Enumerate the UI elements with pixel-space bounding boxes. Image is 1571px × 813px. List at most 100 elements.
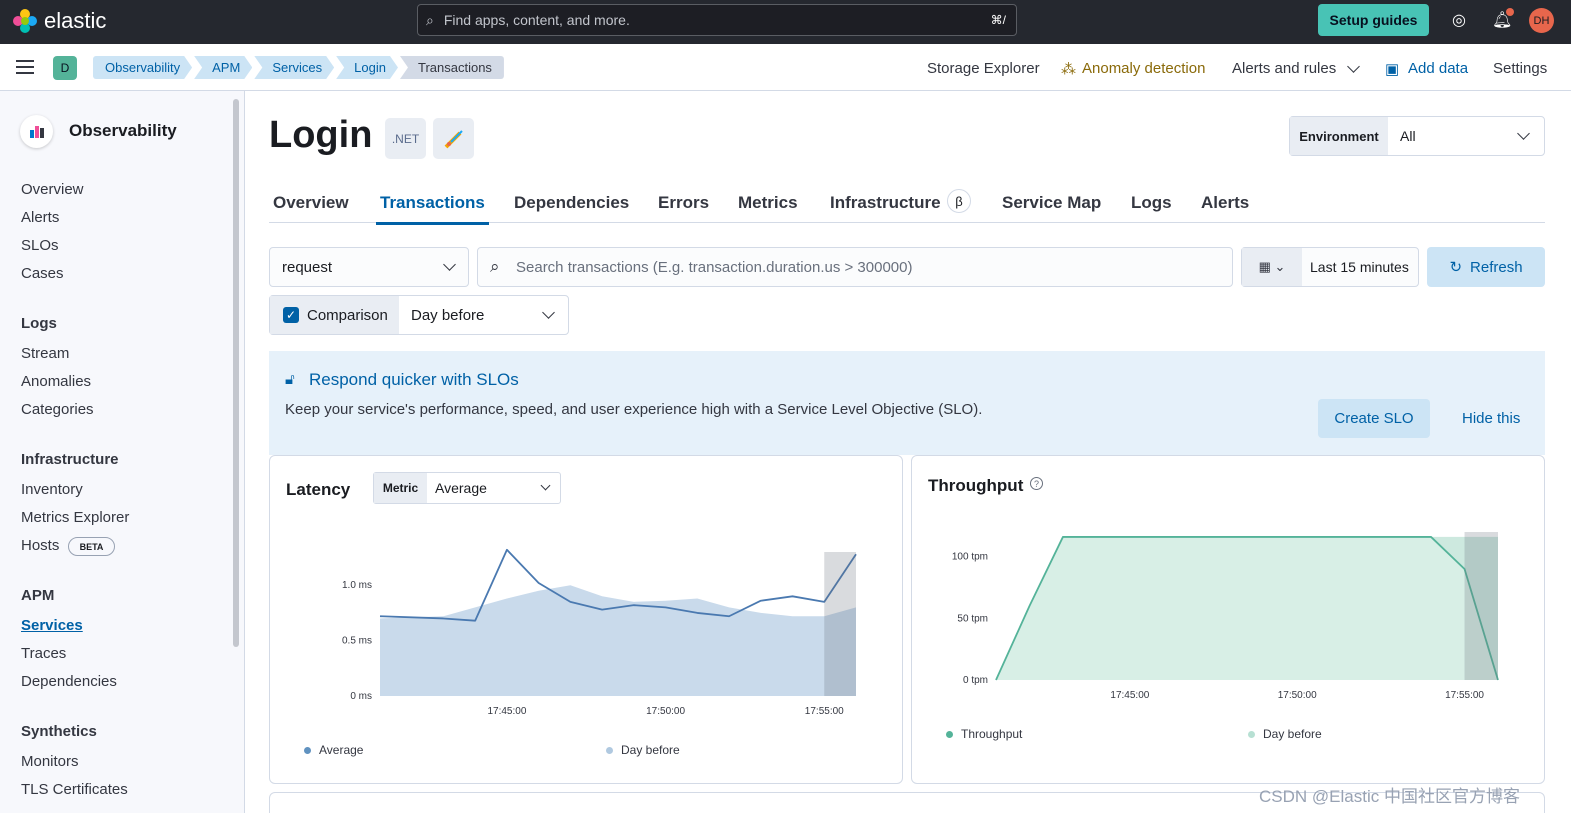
comparison-checkbox[interactable]: ✓ [283,307,299,323]
create-slo-button[interactable]: Create SLO [1318,399,1430,438]
legend-dot [1248,730,1255,738]
sidebar-item-monitors[interactable]: Monitors [21,753,79,770]
environment-select[interactable]: Environment All [1289,116,1545,156]
dotnet-badge[interactable]: .NET [385,118,426,159]
tab-logs[interactable]: Logs [1131,193,1172,213]
legend-day-before[interactable]: Day before [1248,727,1322,741]
incomplete-bucket-shade [824,552,856,696]
sidebar-item-metrics-explorer[interactable]: Metrics Explorer [21,509,129,526]
service-tabs: Overview Transactions Dependencies Error… [269,188,1545,225]
legend-dot [304,746,311,754]
y-tick-label: 0.5 ms [342,636,372,647]
refresh-button[interactable]: ↻ Refresh [1427,247,1545,287]
legend-throughput[interactable]: Throughput [946,727,1022,741]
add-data-icon[interactable]: ▣ [1385,60,1399,78]
tab-dependencies[interactable]: Dependencies [514,193,629,213]
search-placeholder: Find apps, content, and more. [443,12,630,28]
breadcrumb-observability[interactable]: Observability [93,56,192,79]
legend-day-before[interactable]: Day before [606,743,680,757]
sidebar-item-alerts[interactable]: Alerts [21,209,59,226]
add-data-link[interactable]: Add data [1408,60,1468,77]
alerts-and-rules-menu[interactable]: Alerts and rules [1232,60,1336,77]
page-title: Login [269,114,373,156]
tab-alerts[interactable]: Alerts [1201,193,1249,213]
global-search-input[interactable]: ⌕ Find apps, content, and more. ⌘/ [417,4,1017,36]
tab-metrics[interactable]: Metrics [738,193,798,213]
sidebar-item-traces[interactable]: Traces [21,645,66,662]
notification-dot [1506,8,1514,16]
breadcrumb-apm[interactable]: APM [194,56,252,79]
settings-link[interactable]: Settings [1493,60,1547,77]
breadcrumb-login[interactable]: Login [336,56,398,79]
sidebar-item-overview[interactable]: Overview [21,181,84,198]
refresh-label: Refresh [1470,258,1523,276]
sidebar: Observability Overview Alerts SLOs Cases… [0,91,245,813]
x-tick-label: 17:45:00 [487,706,526,717]
anomaly-detection-icon[interactable]: ⁂ [1061,60,1076,78]
sidebar-item-services[interactable]: Services [21,617,83,634]
sidebar-item-slos[interactable]: SLOs [21,237,59,254]
slo-callout: 🔓︎ Respond quicker with SLOs Keep your s… [269,351,1545,455]
agent-icon[interactable] [433,118,474,159]
transaction-search-input[interactable]: ⌕ Search transactions (E.g. transaction.… [477,247,1233,287]
brand-name: elastic [44,8,107,33]
menu-icon[interactable] [16,60,34,74]
y-tick-label: 100 tpm [952,552,988,563]
comparison-toggle-wrap: ✓ Comparison [270,296,399,334]
transaction-type-select[interactable]: request [269,247,469,287]
series-area-throughput [996,536,1498,680]
sidebar-item-cases[interactable]: Cases [21,265,64,282]
comparison-select[interactable]: Day before [399,307,484,324]
observability-logo-icon [20,115,53,148]
tab-infrastructure[interactable]: Infrastructure [830,193,941,213]
sidebar-item-inventory[interactable]: Inventory [21,481,83,498]
lock-icon: 🔓︎ [285,371,295,388]
refresh-icon: ↻ [1449,259,1463,276]
callout-text: Keep your service's performance, speed, … [285,401,983,418]
hide-callout-link[interactable]: Hide this [1462,410,1520,427]
sidebar-section-infrastructure: Infrastructure [21,451,119,468]
breadcrumb: Observability APM Services Login Transac… [93,56,506,79]
legend-label: Throughput [961,727,1023,741]
tab-errors[interactable]: Errors [658,193,709,213]
sidebar-section-synthetics: Synthetics [21,723,97,740]
time-range-value: Last 15 minutes [1310,259,1409,275]
tab-overview[interactable]: Overview [273,193,349,213]
search-shortcut: ⌘/ [990,13,1006,27]
beta-badge: BETA [68,537,115,556]
sidebar-item-anomalies[interactable]: Anomalies [21,373,91,390]
anomaly-detection-link[interactable]: Anomaly detection [1082,60,1205,77]
sidebar-item-dependencies[interactable]: Dependencies [21,673,117,690]
legend-average[interactable]: Average [304,743,363,757]
space-badge[interactable]: D [53,56,77,80]
sidebar-item-categories[interactable]: Categories [21,401,94,418]
y-tick-label: 50 tpm [957,613,988,624]
comparison-control: ✓ Comparison Day before [269,295,569,335]
avatar[interactable]: DH [1529,8,1554,33]
search-icon: ⌕ [426,11,434,28]
incomplete-bucket-shade [1464,532,1498,680]
calendar-icon[interactable]: ▦ ⌄ [1242,248,1302,286]
storage-explorer-link[interactable]: Storage Explorer [927,60,1040,77]
sidebar-item-stream[interactable]: Stream [21,345,69,362]
latency-chart: 0 ms 0.5 ms 1.0 ms 17:45:00 17:50:00 17:55:00 [342,548,857,717]
tab-transactions[interactable]: Transactions [376,193,489,225]
elastic-logo[interactable]: elastic [12,8,106,34]
sidebar-scrollbar[interactable] [233,99,239,647]
sidebar-item-tls-certificates[interactable]: TLS Certificates [21,781,128,798]
beta-icon: β [947,189,971,213]
help-icon[interactable]: ◎ [1452,10,1466,30]
header-bar: D Observability APM Services Login Trans… [0,44,1571,91]
throughput-panel: Throughput ? 0 tpm 50 tpm 100 tpm 17:45:00 1… [911,455,1545,784]
setup-guides-button[interactable]: Setup guides [1318,4,1429,36]
breadcrumb-services[interactable]: Services [254,56,334,79]
environment-label: Environment [1290,117,1388,155]
transaction-search-placeholder: Search transactions (E.g. transaction.du… [516,258,913,276]
tab-service-map[interactable]: Service Map [1002,193,1101,213]
date-picker[interactable]: ▦ ⌄ Last 15 minutes [1241,247,1419,287]
top-bar: elastic ⌕ Find apps, content, and more. … [0,0,1571,44]
legend-label: Day before [1263,727,1322,741]
sidebar-item-hosts[interactable]: Hosts [21,537,59,554]
latency-panel: Latency Metric Average 0 ms 0.5 ms 1.0 ms 1… [269,455,903,784]
callout-title: Respond quicker with SLOs [309,370,519,389]
